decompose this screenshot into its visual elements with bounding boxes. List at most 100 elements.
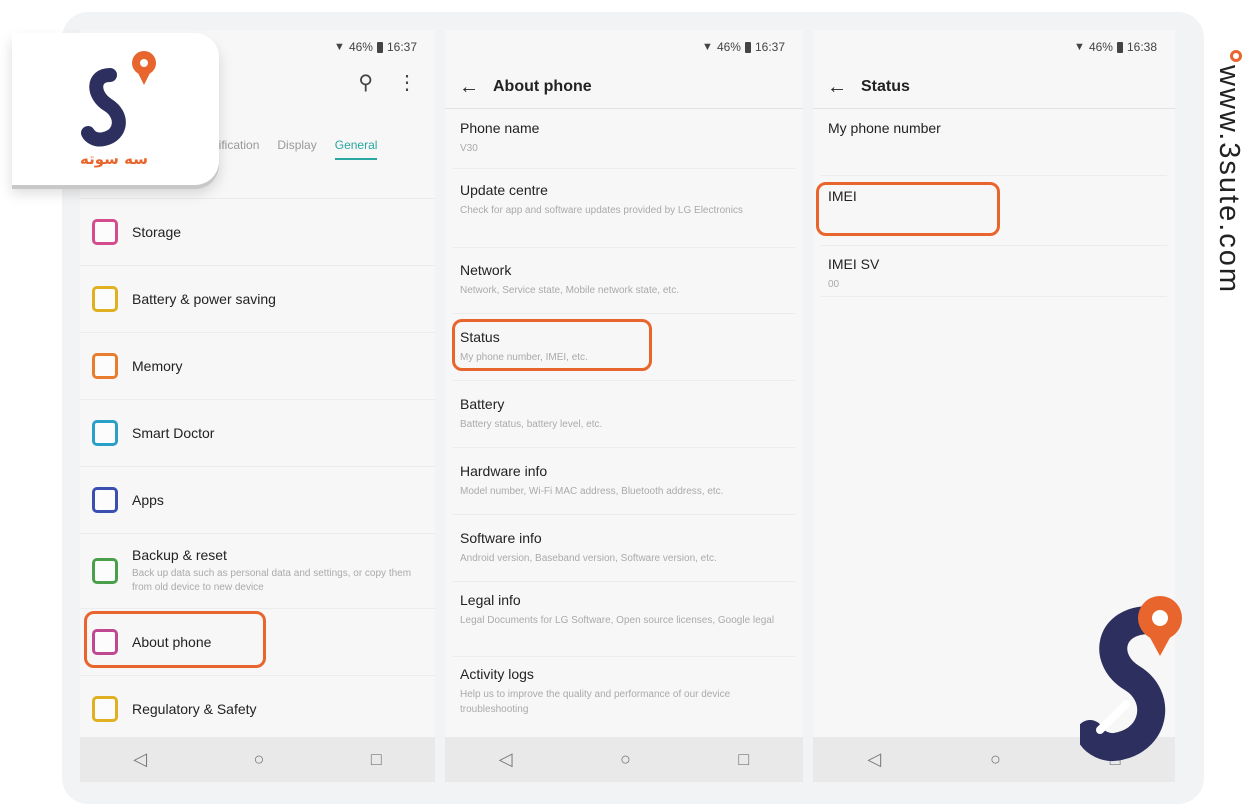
wifi-icon: ▼	[702, 41, 713, 53]
about-item-title: Hardware info	[460, 463, 548, 479]
about-phone-panel: ▼ 46% 16:37 ← About phone Phone name V30…	[445, 30, 803, 782]
divider	[453, 447, 795, 448]
settings-item-label: Backup & reset	[132, 547, 227, 563]
highlight-about-phone	[84, 611, 266, 668]
site-watermark: www.3sute.com	[1213, 65, 1245, 295]
divider	[821, 296, 1167, 297]
status-bar: ▼ 46% 16:37	[702, 40, 785, 54]
settings-item-label: Storage	[132, 223, 182, 240]
settings-item-apps[interactable]: Apps	[80, 466, 435, 532]
back-nav-icon[interactable]: ◁	[499, 749, 513, 770]
clock: 16:37	[754, 40, 785, 54]
divider	[453, 247, 795, 248]
wifi-icon: ▼	[1074, 41, 1085, 53]
about-item-description: Legal Documents for LG Software, Open so…	[460, 615, 775, 626]
about-item-description: Check for app and software updates provi…	[460, 205, 743, 216]
battery-icon	[744, 41, 751, 53]
app-bar: ← About phone	[445, 68, 803, 106]
settings-item-label: Smart Doctor	[132, 424, 215, 441]
divider	[453, 380, 795, 381]
wifi-icon: ▼	[334, 41, 345, 53]
status-item-title: IMEI SV	[828, 256, 880, 272]
backup-icon	[92, 557, 118, 584]
status-bar: ▼ 46% 16:38	[1074, 40, 1157, 54]
settings-item-memory[interactable]: Memory	[80, 332, 435, 398]
tab-general[interactable]: General	[334, 138, 378, 160]
divider	[453, 581, 795, 582]
home-nav-icon[interactable]: ○	[254, 749, 265, 770]
divider	[821, 245, 1167, 246]
settings-item-smart-doctor[interactable]: Smart Doctor	[80, 399, 435, 465]
about-item-battery[interactable]: Battery Battery status, battery level, e…	[460, 396, 793, 432]
battery-icon	[376, 41, 383, 53]
about-item-description: Network, Service state, Mobile network s…	[460, 285, 679, 296]
battery-percent: 46%	[1088, 40, 1113, 54]
about-item-title: Battery	[460, 396, 505, 412]
battery-percent: 46%	[348, 40, 373, 54]
more-vert-icon[interactable]: ⋮	[397, 70, 417, 95]
apps-icon	[92, 486, 118, 513]
clock: 16:38	[1126, 40, 1157, 54]
home-nav-icon[interactable]: ○	[990, 749, 1001, 770]
settings-item-label: Battery & power saving	[132, 290, 276, 307]
settings-item-label: Regulatory & Safety	[132, 700, 257, 717]
back-nav-icon[interactable]: ◁	[133, 749, 147, 770]
brand-logo-large-icon	[1080, 596, 1182, 761]
storage-icon	[92, 218, 118, 245]
status-item-phone-number[interactable]: My phone number	[828, 120, 1165, 136]
divider	[453, 514, 795, 515]
memory-icon	[92, 352, 118, 379]
settings-item-label: Memory	[132, 357, 183, 374]
about-item-activity-logs[interactable]: Activity logs Help us to improve the qua…	[460, 666, 793, 717]
smart-doctor-icon	[92, 419, 118, 446]
about-item-description: Battery status, battery level, etc.	[460, 419, 603, 430]
divider	[453, 168, 795, 169]
about-item-description: Help us to improve the quality and perfo…	[460, 689, 731, 715]
about-item-title: Network	[460, 262, 512, 278]
divider	[821, 175, 1167, 176]
tab-display[interactable]: Display	[277, 138, 316, 160]
about-item-update-centre[interactable]: Update centre Check for app and software…	[460, 182, 793, 218]
search-icon[interactable]: ⚲	[358, 70, 373, 95]
status-item-value: 00	[828, 279, 840, 290]
page-title: About phone	[493, 78, 592, 95]
clock: 16:37	[386, 40, 417, 54]
about-item-title: Software info	[460, 530, 542, 546]
highlight-imei	[816, 182, 1000, 236]
recents-nav-icon[interactable]: □	[371, 749, 382, 770]
battery-percent: 46%	[716, 40, 741, 54]
status-item-imei-sv[interactable]: IMEI SV 00	[828, 256, 1165, 292]
brand-logo-text: سه سوته	[80, 150, 148, 168]
about-item-network[interactable]: Network Network, Service state, Mobile n…	[460, 262, 793, 298]
about-item-software-info[interactable]: Software info Android version, Baseband …	[460, 530, 793, 566]
settings-item-regulatory[interactable]: Regulatory & Safety	[80, 675, 435, 741]
about-item-description: Model number, Wi-Fi MAC address, Bluetoo…	[460, 486, 724, 497]
location-dot-icon	[1230, 50, 1242, 62]
about-item-title: Legal info	[460, 592, 521, 608]
about-item-phone-name[interactable]: Phone name V30	[460, 120, 793, 156]
about-item-legal-info[interactable]: Legal info Legal Documents for LG Softwa…	[460, 592, 793, 628]
divider	[445, 108, 803, 109]
about-item-title: Phone name	[460, 120, 540, 136]
settings-tabs: Notification Display General	[200, 138, 378, 160]
page-title: Status	[861, 78, 910, 95]
about-item-title: Update centre	[460, 182, 548, 198]
about-item-hardware-info[interactable]: Hardware info Model number, Wi-Fi MAC ad…	[460, 463, 793, 499]
settings-item-battery[interactable]: Battery & power saving	[80, 265, 435, 331]
divider	[453, 313, 795, 314]
recents-nav-icon[interactable]: □	[738, 749, 749, 770]
settings-item-label: Apps	[132, 491, 164, 508]
back-arrow-icon[interactable]: ←	[459, 76, 479, 99]
back-nav-icon[interactable]: ◁	[867, 749, 881, 770]
toolbar-actions: ⚲ ⋮	[358, 70, 417, 95]
home-nav-icon[interactable]: ○	[620, 749, 631, 770]
settings-item-storage[interactable]: Storage	[80, 198, 435, 264]
status-bar: ▼ 46% 16:37	[334, 40, 417, 54]
nav-bar: ◁ ○ □	[445, 737, 803, 782]
status-item-title: My phone number	[828, 120, 941, 136]
settings-item-backup-reset[interactable]: Backup & reset Back up data such as pers…	[80, 533, 435, 607]
about-item-title: Activity logs	[460, 666, 534, 682]
battery-saver-icon	[92, 285, 118, 312]
divider	[813, 108, 1175, 109]
back-arrow-icon[interactable]: ←	[827, 76, 847, 99]
